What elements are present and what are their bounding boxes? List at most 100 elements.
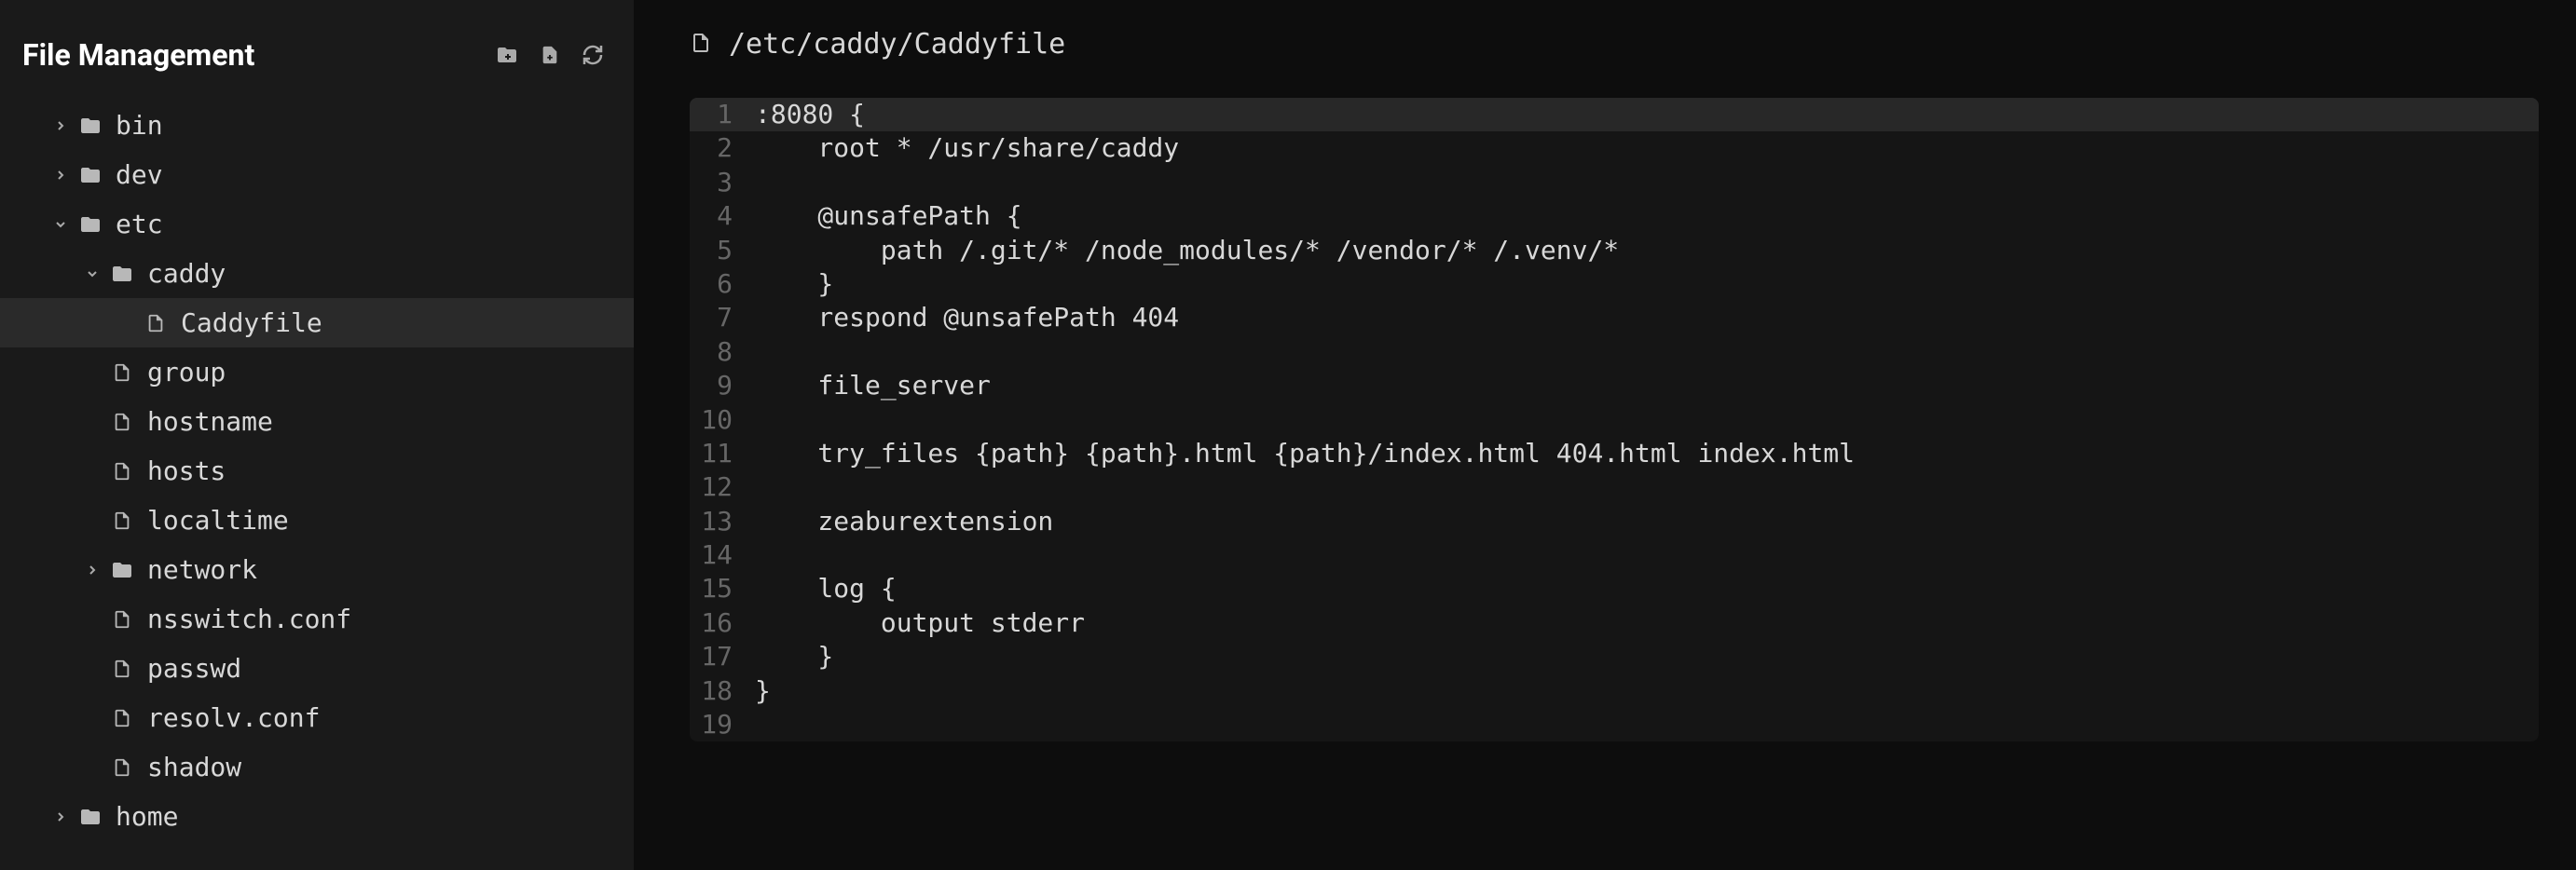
tree-item-label: etc [116,209,634,239]
code-line[interactable]: 16 output stderr [690,606,2539,640]
chevron-down-icon[interactable] [50,214,71,235]
code-line[interactable]: 14 [690,538,2539,572]
code-line[interactable]: 11 try_files {path} {path}.html {path}/i… [690,437,2539,470]
code-line[interactable]: 4 @unsafePath { [690,199,2539,233]
tree-item-nsswitch-conf[interactable]: nsswitch.conf [0,594,634,644]
code-line[interactable]: 8 [690,335,2539,369]
tree-item-etc[interactable]: etc [0,199,634,249]
line-content [755,470,2539,504]
tree-item-bin[interactable]: bin [0,101,634,150]
tree-item-label: bin [116,110,634,141]
file-icon [110,607,134,632]
chevron-right-icon[interactable] [50,116,71,136]
tree-item-hosts[interactable]: hosts [0,446,634,496]
code-line[interactable]: 5 path /.git/* /node_modules/* /vendor/*… [690,234,2539,267]
line-content: try_files {path} {path}.html {path}/inde… [755,437,2539,470]
line-content [755,403,2539,437]
line-content [755,335,2539,369]
code-line[interactable]: 6 } [690,267,2539,301]
refresh-button[interactable] [580,42,606,68]
line-number: 16 [690,606,755,640]
code-line[interactable]: 1:8080 { [690,98,2539,131]
line-number: 15 [690,572,755,605]
code-line[interactable]: 18} [690,674,2539,708]
folder-icon [110,558,134,582]
tree-item-passwd[interactable]: passwd [0,644,634,693]
tree-item-caddy[interactable]: caddy [0,249,634,298]
line-number: 5 [690,234,755,267]
chevron-right-icon[interactable] [50,807,71,827]
folder-icon [110,262,134,286]
file-icon [110,410,134,434]
tree-item-label: shadow [147,752,634,782]
sidebar-actions [494,42,606,68]
tree-item-localtime[interactable]: localtime [0,496,634,545]
chevron-right-icon[interactable] [50,165,71,185]
line-content: log { [755,572,2539,605]
line-content: root * /usr/share/caddy [755,131,2539,165]
line-number: 4 [690,199,755,233]
line-number: 17 [690,640,755,673]
tree-item-home[interactable]: home [0,792,634,841]
new-file-button[interactable] [537,42,563,68]
refresh-icon [582,44,604,66]
new-folder-button[interactable] [494,42,520,68]
tree-item-group[interactable]: group [0,347,634,397]
line-number: 7 [690,301,755,334]
line-number: 19 [690,708,755,741]
code-line[interactable]: 9 file_server [690,369,2539,402]
file-icon [690,30,712,60]
code-line[interactable]: 12 [690,470,2539,504]
tree-item-network[interactable]: network [0,545,634,594]
file-icon [144,311,168,335]
tree-item-label: hostname [147,406,634,437]
tree-item-label: hosts [147,455,634,486]
folder-icon [78,163,103,187]
code-line[interactable]: 10 [690,403,2539,437]
tree-item-hostname[interactable]: hostname [0,397,634,446]
line-content [755,166,2539,199]
line-content: output stderr [755,606,2539,640]
line-content: zeaburextension [755,505,2539,538]
chevron-right-icon[interactable] [82,560,103,580]
line-content: @unsafePath { [755,199,2539,233]
line-number: 8 [690,335,755,369]
tree-item-shadow[interactable]: shadow [0,742,634,792]
line-number: 12 [690,470,755,504]
file-icon [110,657,134,681]
line-content: } [755,267,2539,301]
code-line[interactable]: 19 [690,708,2539,741]
sidebar: File Management bin dev etc caddyCaddyfileg… [0,0,634,870]
line-number: 18 [690,674,755,708]
code-line[interactable]: 7 respond @unsafePath 404 [690,301,2539,334]
tree-item-resolv-conf[interactable]: resolv.conf [0,693,634,742]
line-number: 2 [690,131,755,165]
folder-icon [78,212,103,237]
code-line[interactable]: 2 root * /usr/share/caddy [690,131,2539,165]
folder-icon [78,114,103,138]
code-editor[interactable]: 1:8080 {2 root * /usr/share/caddy34 @uns… [690,98,2539,741]
line-number: 13 [690,505,755,538]
folder-plus-icon [496,44,518,66]
chevron-down-icon[interactable] [82,264,103,284]
file-plus-icon [540,44,560,66]
tree-item-label: resolv.conf [147,702,634,733]
file-icon [110,360,134,385]
file-icon [110,755,134,780]
line-content: respond @unsafePath 404 [755,301,2539,334]
sidebar-title: File Management [22,37,254,73]
code-line[interactable]: 17 } [690,640,2539,673]
tree-item-dev[interactable]: dev [0,150,634,199]
line-number: 1 [690,98,755,131]
file-tree: bin dev etc caddyCaddyfilegroup hostname host… [0,101,634,841]
line-content [755,538,2539,572]
line-content [755,708,2539,741]
tree-item-label: nsswitch.conf [147,604,634,634]
tree-item-label: dev [116,159,634,190]
code-line[interactable]: 3 [690,166,2539,199]
tree-item-Caddyfile[interactable]: Caddyfile [0,298,634,347]
code-line[interactable]: 13 zeaburextension [690,505,2539,538]
code-line[interactable]: 15 log { [690,572,2539,605]
file-icon [110,509,134,533]
line-number: 14 [690,538,755,572]
